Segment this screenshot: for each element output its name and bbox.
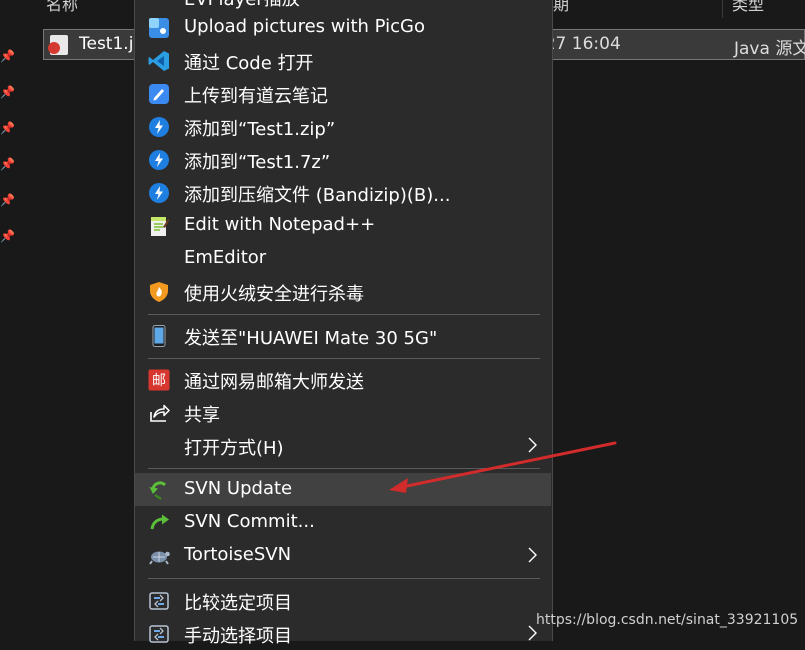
huorong-shield-icon xyxy=(150,282,168,302)
menu-item-svn-update[interactable]: SVN Update xyxy=(135,473,551,506)
watermark-url: https://blog.csdn.net/sinat_33921105 xyxy=(536,612,799,628)
picgo-icon xyxy=(149,18,169,38)
menu-item-emeditor[interactable]: EmEditor xyxy=(135,242,552,275)
youdao-note-icon xyxy=(149,84,169,104)
menu-item-open-with-code[interactable]: 通过 Code 打开 xyxy=(135,44,552,77)
svg-text:邮: 邮 xyxy=(152,373,166,389)
svn-commit-icon xyxy=(150,514,169,530)
menu-separator xyxy=(148,468,540,469)
compare-icon xyxy=(149,625,169,643)
compare-icon xyxy=(149,592,169,610)
pin-icon[interactable]: 📌 xyxy=(0,86,15,98)
menu-item-add-7z[interactable]: 添加到“Test1.7z” xyxy=(135,143,552,176)
pin-icon[interactable]: 📌 xyxy=(0,122,15,134)
menu-item-share[interactable]: 共享 xyxy=(135,396,552,429)
bandizip-icon xyxy=(149,183,169,203)
menu-item-notepadpp[interactable]: Edit with Notepad++ xyxy=(135,209,552,242)
column-header-type[interactable]: 类型 xyxy=(732,0,805,18)
java-file-icon xyxy=(48,35,68,55)
pin-icon[interactable]: 📌 xyxy=(0,50,15,62)
notepadpp-icon xyxy=(151,217,170,236)
svn-update-icon xyxy=(149,481,167,500)
menu-item-open-with[interactable]: 打开方式(H) xyxy=(135,429,552,462)
menu-item-compare-selected[interactable]: 比较选定项目 xyxy=(135,584,552,617)
menu-item-picgo[interactable]: Upload pictures with PicGo xyxy=(135,11,552,44)
menu-separator xyxy=(148,358,540,359)
menu-item-add-bandizip[interactable]: 添加到压缩文件 (Bandizip)(B)... xyxy=(135,176,552,209)
pin-icon[interactable]: 📌 xyxy=(0,194,15,206)
vscode-icon xyxy=(148,51,169,71)
netease-mail-icon: 邮 xyxy=(148,369,170,391)
column-divider[interactable] xyxy=(722,0,723,18)
pin-icon[interactable]: 📌 xyxy=(0,230,15,242)
menu-item-tortoisesvn[interactable]: TortoiseSVN xyxy=(135,539,552,572)
chevron-right-icon xyxy=(528,437,537,453)
file-type: Java 源文 xyxy=(734,39,805,59)
pin-icon[interactable]: 📌 xyxy=(0,158,15,170)
bandizip-icon xyxy=(149,150,169,170)
menu-item-add-zip[interactable]: 添加到“Test1.zip” xyxy=(135,110,552,143)
menu-item-svn-commit[interactable]: SVN Commit... xyxy=(135,506,552,539)
tortoisesvn-icon xyxy=(149,551,170,565)
menu-item-youdao-upload[interactable]: 上传到有道云笔记 xyxy=(135,77,552,110)
menu-item-send-to-phone[interactable]: 发送至"HUAWEI Mate 30 5G" xyxy=(135,319,552,352)
menu-item-netease-mail[interactable]: 邮 通过网易邮箱大师发送 xyxy=(135,363,552,396)
bandizip-icon xyxy=(149,117,169,137)
phone-icon xyxy=(152,325,166,347)
menu-item-manual-select[interactable]: 手动选择项目 xyxy=(135,617,552,650)
chevron-right-icon xyxy=(528,547,537,563)
column-header-date[interactable]: 期 xyxy=(553,0,573,18)
menu-separator xyxy=(148,314,540,315)
menu-item-huorong-scan[interactable]: 使用火绒安全进行杀毒 xyxy=(135,275,552,308)
menu-separator xyxy=(148,578,540,579)
share-icon xyxy=(150,404,170,422)
context-menu: EVPlayer插放 Upload pictures with PicGo 通过… xyxy=(134,0,553,647)
file-name: Test1.j xyxy=(79,34,134,54)
column-header-name[interactable]: 名称 xyxy=(46,0,106,18)
